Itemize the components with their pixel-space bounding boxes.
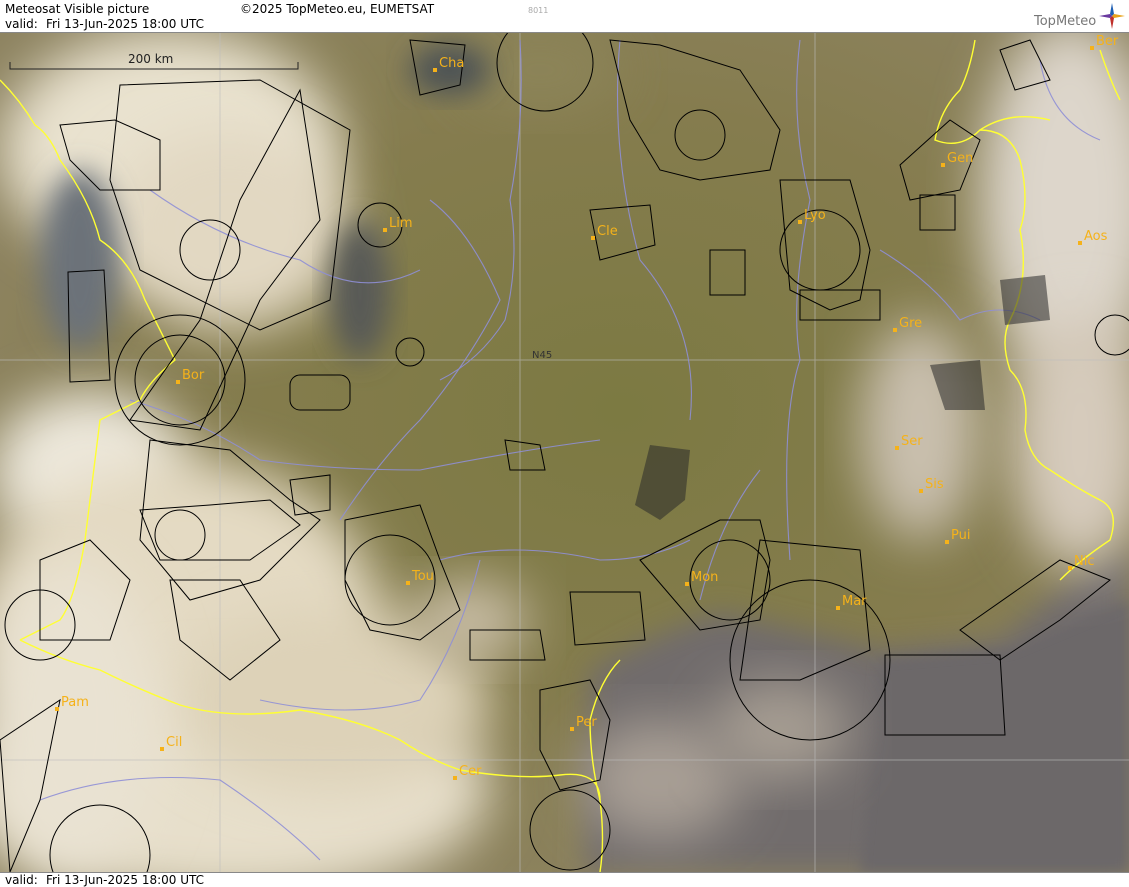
map-title: Meteosat Visible picture	[5, 2, 150, 16]
city-dot-icon	[453, 776, 457, 780]
city-label: Cle	[597, 224, 618, 239]
city-dot-icon	[176, 380, 180, 384]
city-label: Nic	[1074, 554, 1094, 569]
city-label: Cha	[439, 56, 464, 71]
city-dot-icon	[893, 328, 897, 332]
city-label: Ser	[901, 434, 923, 449]
city-dot-icon	[895, 446, 899, 450]
city-dot-icon	[1068, 566, 1072, 570]
city-label: Gre	[899, 316, 922, 331]
image-code: 8011	[528, 6, 549, 15]
city-dot-icon	[1078, 241, 1082, 245]
footer-valid-label: valid:	[5, 873, 38, 887]
header-bar: Meteosat Visible picture ©2025 TopMeteo.…	[0, 0, 1129, 33]
city-dot-icon	[591, 236, 595, 240]
city-dot-icon	[685, 582, 689, 586]
city-dot-icon	[798, 220, 802, 224]
copyright-text: ©2025 TopMeteo.eu, EUMETSAT	[240, 2, 435, 16]
map-page: Meteosat Visible picture ©2025 TopMeteo.…	[0, 0, 1129, 887]
footer-bar: valid: Fri 13-Jun-2025 18:00 UTC	[0, 872, 1129, 887]
city-label: Sis	[925, 477, 944, 492]
city-label: Lyo	[804, 208, 826, 223]
footer-valid-date: Fri 13-Jun-2025 18:00 UTC	[46, 873, 204, 887]
city-label: Pam	[61, 695, 89, 710]
city-label: Ber	[1096, 34, 1119, 49]
compass-logo-icon	[1099, 3, 1125, 29]
city-label: Pui	[951, 528, 970, 543]
city-label: Bor	[182, 368, 205, 383]
city-dot-icon	[941, 163, 945, 167]
city-label: Lim	[389, 216, 413, 231]
latitude-label: N45	[532, 350, 552, 361]
city-dot-icon	[55, 707, 59, 711]
city-dot-icon	[406, 581, 410, 585]
topmeteo-logo-text: TopMeteo	[1034, 14, 1097, 29]
city-dot-icon	[919, 489, 923, 493]
city-label: Mon	[691, 570, 718, 585]
valid-date: Fri 13-Jun-2025 18:00 UTC	[46, 17, 204, 31]
city-label: Tou	[411, 569, 434, 584]
city-label: Cer	[459, 764, 482, 779]
city-label: Per	[576, 715, 597, 730]
city-pam: Pam	[55, 695, 89, 711]
city-dot-icon	[1090, 46, 1094, 50]
city-dot-icon	[433, 68, 437, 72]
city-dot-icon	[570, 727, 574, 731]
satellite-map: N45 200 km ChaBerGenLimCleLyoAosGreBorSe…	[0, 33, 1129, 872]
scale-label: 200 km	[128, 52, 173, 66]
city-dot-icon	[383, 228, 387, 232]
city-dot-icon	[836, 606, 840, 610]
city-label: Aos	[1084, 229, 1108, 244]
valid-label: valid:	[5, 17, 38, 31]
city-label: Cil	[166, 735, 182, 750]
city-dot-icon	[945, 540, 949, 544]
city-label: Gen	[947, 151, 973, 166]
city-dot-icon	[160, 747, 164, 751]
city-label: Mar	[842, 594, 867, 609]
